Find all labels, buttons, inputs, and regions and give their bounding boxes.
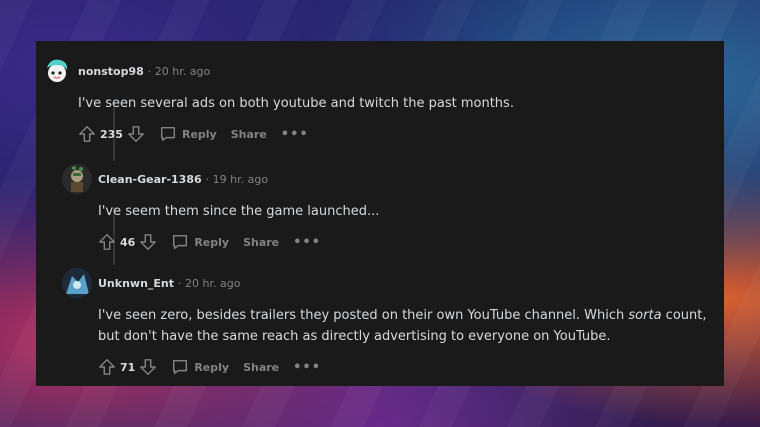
comment: Clean-Gear-1386 · 19 hr. ago I've seem t… [62, 163, 702, 253]
reply-button[interactable]: Reply [159, 125, 217, 143]
more-options-button[interactable]: ••• [293, 235, 321, 250]
share-button[interactable]: Share [231, 128, 267, 141]
upvote-icon [99, 359, 115, 375]
comment-header: nonstop98 · 20 hr. ago [42, 55, 702, 87]
avatar[interactable] [62, 268, 92, 298]
comment-icon [160, 126, 175, 142]
username[interactable]: nonstop98 [78, 65, 144, 78]
comment: Unknwn_Ent · 20 hr. ago I've seen zero, … [62, 267, 712, 378]
downvote-button[interactable] [139, 358, 157, 376]
comment-text: I've seen zero, besides trailers they po… [62, 305, 712, 347]
timestamp[interactable]: · 20 hr. ago [178, 277, 240, 290]
comment-text-emphasis: sorta [628, 308, 662, 323]
upvote-button[interactable] [98, 358, 116, 376]
more-options-button[interactable]: ••• [293, 360, 321, 375]
more-icon: ••• [280, 126, 309, 142]
avatar-icon [62, 164, 92, 194]
comment-icon [173, 359, 188, 375]
downvote-icon [140, 359, 157, 375]
comment-icon [173, 234, 188, 250]
comment-actions: 71 Reply Share ••• [62, 356, 712, 378]
share-button[interactable]: Share [243, 236, 279, 249]
avatar-icon [47, 59, 68, 82]
share-label: Share [243, 360, 280, 374]
avatar[interactable] [62, 164, 92, 194]
more-icon: ••• [293, 234, 322, 250]
share-label: Share [230, 127, 267, 141]
downvote-button[interactable] [127, 125, 145, 143]
downvote-icon [140, 234, 157, 250]
timestamp[interactable]: · 19 hr. ago [206, 173, 268, 186]
username[interactable]: Clean-Gear-1386 [98, 173, 202, 186]
avatar-icon [62, 268, 92, 298]
vote-count: 235 [100, 127, 123, 141]
comment-text: I've seen several ads on both youtube an… [78, 96, 514, 111]
timestamp[interactable]: · 20 hr. ago [148, 65, 210, 78]
comment: nonstop98 · 20 hr. ago I've seen several… [42, 55, 702, 145]
reply-label: Reply [181, 127, 217, 141]
more-icon: ••• [293, 359, 322, 375]
comment-header: Unknwn_Ent · 20 hr. ago [62, 267, 712, 299]
upvote-button[interactable] [78, 125, 96, 143]
upvote-icon [99, 234, 115, 250]
comment-text-part: I've seen zero, besides trailers they po… [98, 308, 629, 323]
downvote-button[interactable] [139, 233, 157, 251]
reply-label: Reply [194, 360, 230, 374]
comment-thread: nonstop98 · 20 hr. ago I've seen several… [36, 41, 724, 386]
downvote-icon [128, 126, 144, 142]
vote-count: 71 [120, 360, 136, 374]
share-label: Share [243, 235, 280, 249]
comment-actions: 46 Reply Share ••• [62, 231, 702, 253]
share-button[interactable]: Share [243, 361, 279, 374]
avatar[interactable] [42, 56, 72, 86]
more-options-button[interactable]: ••• [281, 127, 309, 142]
reply-label: Reply [194, 235, 230, 249]
username[interactable]: Unknwn_Ent [98, 277, 174, 290]
comment-actions: 235 Reply Share ••• [42, 123, 702, 145]
upvote-icon [79, 126, 95, 142]
vote-count: 46 [120, 235, 136, 249]
reply-button[interactable]: Reply [171, 233, 229, 251]
upvote-button[interactable] [98, 233, 116, 251]
comment-text: I've seem them since the game launched..… [98, 204, 380, 219]
comment-header: Clean-Gear-1386 · 19 hr. ago [62, 163, 702, 195]
reply-button[interactable]: Reply [171, 358, 229, 376]
